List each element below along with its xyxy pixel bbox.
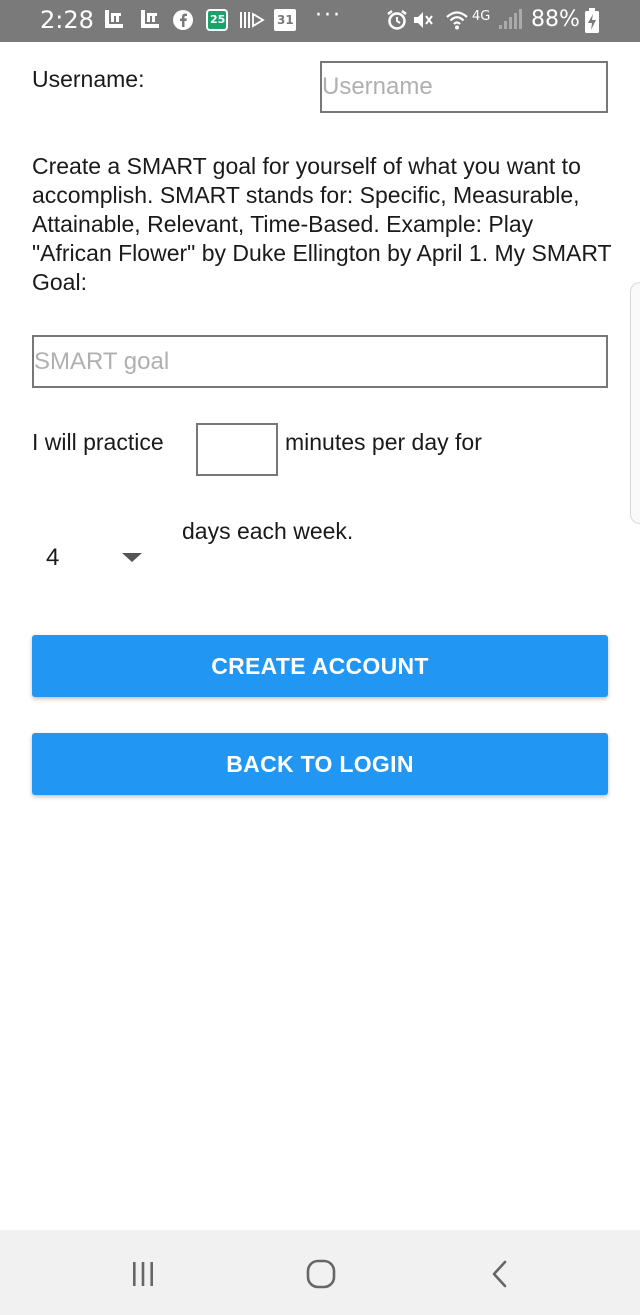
signal-icon — [499, 9, 522, 29]
username-input[interactable] — [320, 61, 608, 113]
alarm-icon — [387, 10, 407, 30]
smart-goal-description: Create a SMART goal for yourself of what… — [32, 153, 612, 295]
home-button[interactable] — [291, 1252, 351, 1296]
create-account-button[interactable]: CREATE ACCOUNT — [32, 635, 608, 697]
network-type: 4G — [472, 9, 491, 24]
battery-percent: 88% — [531, 7, 580, 32]
calendar-icon: 31 — [274, 9, 296, 31]
home-icon — [306, 1259, 336, 1289]
edge-panel-handle[interactable] — [630, 282, 640, 524]
dropdown-arrow-icon — [122, 553, 142, 562]
facebook-icon — [173, 10, 193, 30]
overflow-indicator: ··· — [315, 3, 342, 28]
practice-prefix-label: I will practice — [32, 429, 164, 455]
back-icon — [492, 1260, 507, 1288]
gallery-icon — [105, 10, 123, 28]
wifi-icon — [446, 11, 468, 30]
username-label: Username: — [32, 66, 145, 92]
navigation-bar — [0, 1230, 640, 1315]
status-bar: 2:28 25 31 ··· 4G 88% — [0, 0, 640, 42]
recent-apps-button[interactable] — [113, 1252, 173, 1296]
back-to-login-button[interactable]: BACK TO LOGIN — [32, 733, 608, 795]
practice-suffix-label: minutes per day for — [285, 429, 482, 455]
mute-icon — [414, 12, 433, 28]
days-selected-value: 4 — [46, 544, 60, 571]
calendar-icon: 25 — [206, 9, 228, 31]
minutes-input[interactable] — [196, 423, 278, 476]
days-per-week-select[interactable]: 4 — [46, 538, 156, 578]
days-suffix-label: days each week. — [182, 518, 354, 544]
smart-goal-input[interactable] — [32, 335, 608, 388]
gallery-icon — [141, 10, 159, 28]
media-icon — [240, 12, 265, 28]
back-button[interactable] — [470, 1252, 530, 1296]
battery-charging-icon — [585, 8, 599, 33]
recent-apps-icon — [133, 1262, 153, 1286]
status-time: 2:28 — [40, 6, 94, 34]
